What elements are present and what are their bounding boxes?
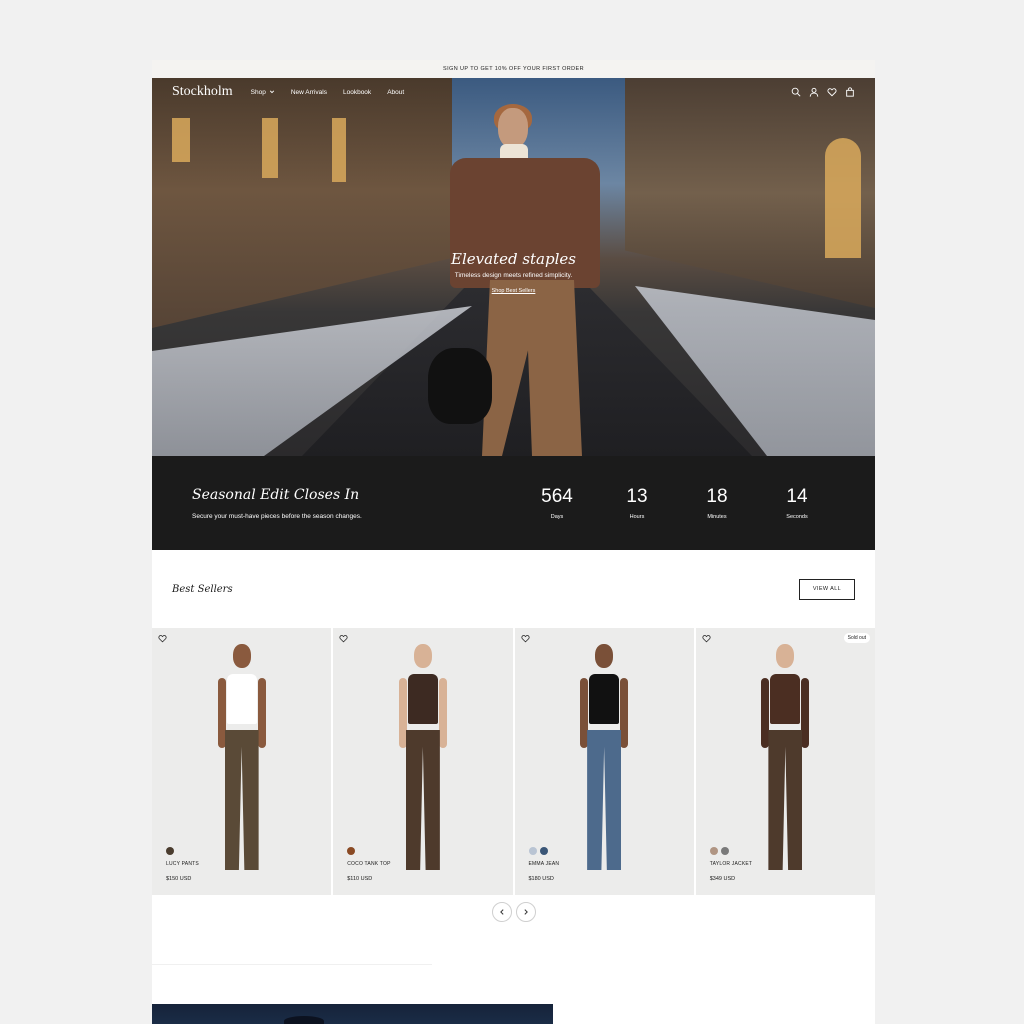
hero-banner: Stockholm Shop New Arrivals Lookbook Abo… bbox=[152, 78, 875, 456]
color-swatches bbox=[528, 847, 548, 855]
top-nav: Stockholm Shop New Arrivals Lookbook Abo… bbox=[152, 78, 875, 106]
product-price: $110 USD bbox=[347, 876, 373, 882]
shop-best-sellers-link[interactable]: Shop Best Sellers bbox=[492, 288, 536, 294]
countdown-value: 14 bbox=[786, 486, 808, 507]
color-swatch[interactable] bbox=[347, 847, 356, 855]
color-swatch[interactable] bbox=[528, 847, 537, 855]
nav-icons bbox=[791, 87, 855, 97]
product-price: $180 USD bbox=[528, 876, 554, 882]
search-icon[interactable] bbox=[791, 87, 801, 97]
countdown-value: 13 bbox=[626, 486, 648, 507]
wishlist-heart-icon[interactable] bbox=[702, 634, 711, 643]
color-swatch[interactable] bbox=[709, 847, 718, 855]
countdown-label: Hours bbox=[629, 514, 645, 520]
store-page: SIGN UP TO GET 10% OFF YOUR FIRST ORDER … bbox=[152, 60, 875, 1024]
countdown-section: Seasonal Edit Closes In Secure your must… bbox=[152, 456, 875, 550]
hero-title: Elevated staples bbox=[451, 250, 576, 268]
hero-window bbox=[262, 118, 278, 178]
chevron-right-icon bbox=[523, 909, 528, 915]
carousel-next-button[interactable] bbox=[515, 902, 536, 922]
cart-icon[interactable] bbox=[845, 87, 855, 97]
announcement-text: SIGN UP TO GET 10% OFF YOUR FIRST ORDER bbox=[443, 66, 584, 72]
product-card[interactable]: LUCY PANTS $150 USD bbox=[152, 628, 332, 895]
product-card[interactable]: Sold out TAYLOR JACKET $349 USD bbox=[695, 628, 875, 895]
best-sellers-title: Best Sellers bbox=[172, 583, 233, 595]
account-icon[interactable] bbox=[809, 87, 819, 97]
product-price: $150 USD bbox=[166, 876, 192, 882]
product-name[interactable]: COCO TANK TOP bbox=[347, 861, 390, 867]
carousel-prev-button[interactable] bbox=[491, 902, 512, 922]
countdown-seconds: 14 Seconds bbox=[767, 486, 827, 520]
color-swatch[interactable] bbox=[539, 847, 548, 855]
wishlist-heart-icon[interactable] bbox=[339, 634, 348, 643]
wishlist-icon[interactable] bbox=[827, 87, 837, 97]
color-swatches bbox=[709, 847, 729, 855]
hero-window bbox=[172, 118, 190, 162]
product-carousel: LUCY PANTS $150 USD COCO TANK TOP $110 USD… bbox=[152, 628, 875, 895]
countdown-value: 18 bbox=[706, 486, 728, 507]
nav-item-shop[interactable]: Shop bbox=[251, 89, 275, 96]
product-image[interactable] bbox=[569, 644, 639, 876]
wishlist-heart-icon[interactable] bbox=[158, 634, 167, 643]
chevron-left-icon bbox=[499, 909, 504, 915]
hero-window bbox=[825, 138, 861, 258]
hero-handbag bbox=[428, 348, 492, 424]
product-name[interactable]: EMMA JEAN bbox=[529, 861, 560, 867]
announcement-bar[interactable]: SIGN UP TO GET 10% OFF YOUR FIRST ORDER bbox=[152, 60, 875, 78]
hero-subtitle: Timeless design meets refined simplicity… bbox=[454, 272, 573, 279]
color-swatch[interactable] bbox=[720, 847, 729, 855]
product-image[interactable] bbox=[388, 644, 458, 876]
section-divider bbox=[152, 964, 432, 965]
nav-item-new-arrivals[interactable]: New Arrivals bbox=[291, 89, 327, 96]
product-price: $349 USD bbox=[709, 876, 736, 882]
product-card[interactable]: EMMA JEAN $180 USD bbox=[514, 628, 694, 895]
hero-text: Elevated staples Timeless design meets r… bbox=[152, 250, 875, 297]
product-card[interactable]: COCO TANK TOP $110 USD bbox=[333, 628, 513, 895]
countdown-value: 564 bbox=[541, 486, 573, 507]
nav-item-lookbook[interactable]: Lookbook bbox=[343, 89, 371, 96]
logo[interactable]: Stockholm bbox=[172, 84, 233, 100]
wishlist-heart-icon[interactable] bbox=[520, 634, 530, 643]
color-swatches bbox=[166, 847, 174, 855]
countdown-hours: 13 Hours bbox=[607, 486, 667, 520]
countdown-label: Seconds bbox=[786, 514, 808, 520]
product-image[interactable] bbox=[207, 644, 277, 876]
countdown-subtitle: Secure your must-have pieces before the … bbox=[192, 512, 362, 520]
carousel-controls bbox=[152, 902, 875, 922]
countdown-days: 564 Days bbox=[527, 486, 587, 520]
nav-item-about[interactable]: About bbox=[387, 89, 404, 96]
countdown-label: Days bbox=[550, 514, 564, 520]
countdown-title: Seasonal Edit Closes In bbox=[192, 486, 360, 503]
color-swatches bbox=[347, 847, 356, 855]
color-swatch[interactable] bbox=[166, 847, 174, 855]
chevron-down-icon bbox=[269, 90, 274, 94]
view-all-button[interactable]: VIEW ALL bbox=[799, 578, 855, 600]
hero-window bbox=[332, 118, 346, 182]
best-sellers-header: Best Sellers VIEW ALL bbox=[152, 550, 875, 628]
countdown-label: Minutes bbox=[707, 514, 727, 520]
nav-links: Shop New Arrivals Lookbook About bbox=[251, 89, 405, 96]
countdown-minutes: 18 Minutes bbox=[687, 486, 747, 520]
product-name[interactable]: TAYLOR JACKET bbox=[710, 861, 752, 867]
product-name[interactable]: LUCY PANTS bbox=[166, 861, 199, 867]
sold-out-badge: Sold out bbox=[843, 633, 870, 643]
countdown-timer: 564 Days 13 Hours 18 Minutes 14 Seconds bbox=[527, 486, 827, 520]
next-section-image bbox=[152, 1004, 553, 1024]
product-image[interactable] bbox=[750, 644, 820, 876]
